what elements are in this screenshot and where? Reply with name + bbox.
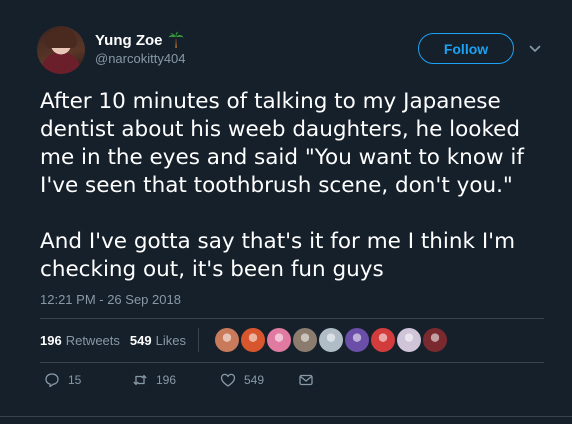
retweet-count: 196 — [156, 373, 177, 387]
reply-action[interactable]: 15 — [44, 372, 132, 388]
reply-count: 15 — [68, 373, 82, 387]
liker-avatars — [214, 328, 447, 352]
likes-stat[interactable]: 549 Likes — [130, 333, 186, 348]
author-display-name[interactable]: Yung Zoe — [95, 32, 163, 49]
retweet-action[interactable]: 196 — [132, 372, 220, 388]
liker-avatar[interactable] — [292, 328, 317, 352]
tweet-card: Yung Zoe @narcokitty404 Follow After 10 … — [0, 0, 572, 424]
follow-button[interactable]: Follow — [418, 33, 514, 64]
retweet-icon — [133, 374, 147, 386]
reply-icon — [45, 373, 59, 388]
stats-separator — [197, 328, 199, 352]
engagement-stats: 196 Retweets 549 Likes — [40, 328, 447, 352]
avatar-hair — [45, 28, 77, 48]
like-action[interactable]: 549 — [220, 372, 298, 388]
liker-avatar[interactable] — [396, 328, 421, 352]
like-count: 549 — [244, 373, 265, 387]
tweet-paragraph-2: And I've gotta say that's it for me I th… — [40, 229, 516, 282]
liker-avatar[interactable] — [318, 328, 343, 352]
chevron-down-icon[interactable] — [527, 41, 543, 57]
liker-avatar[interactable] — [422, 328, 447, 352]
author-avatar[interactable] — [37, 26, 85, 74]
likes-label: Likes — [155, 332, 186, 348]
likes-count: 549 — [129, 332, 152, 348]
tweet-actions: 15 196 549 — [44, 372, 314, 388]
retweets-count: 196 — [40, 332, 62, 348]
divider-bottom — [40, 362, 544, 363]
tweet-text: After 10 minutes of talking to my Japane… — [40, 88, 540, 284]
author-handle[interactable]: @narcokitty404 — [95, 51, 186, 66]
retweets-label: Retweets — [65, 332, 120, 348]
author-name-row: Yung Zoe — [95, 31, 185, 49]
bottom-border — [0, 416, 572, 417]
retweets-stat[interactable]: 196 Retweets — [40, 333, 120, 348]
envelope-icon — [299, 374, 313, 386]
palm-tree-icon — [168, 31, 183, 48]
liker-avatar[interactable] — [344, 328, 369, 352]
liker-avatar[interactable] — [240, 328, 265, 352]
liker-avatar[interactable] — [370, 328, 395, 352]
heart-icon — [220, 373, 236, 387]
liker-avatar[interactable] — [214, 328, 239, 352]
liker-avatar[interactable] — [266, 328, 291, 352]
message-action[interactable] — [298, 372, 314, 388]
tweet-timestamp[interactable]: 12:21 PM - 26 Sep 2018 — [40, 292, 181, 307]
tweet-paragraph-1: After 10 minutes of talking to my Japane… — [40, 89, 524, 198]
divider-top — [40, 318, 544, 319]
